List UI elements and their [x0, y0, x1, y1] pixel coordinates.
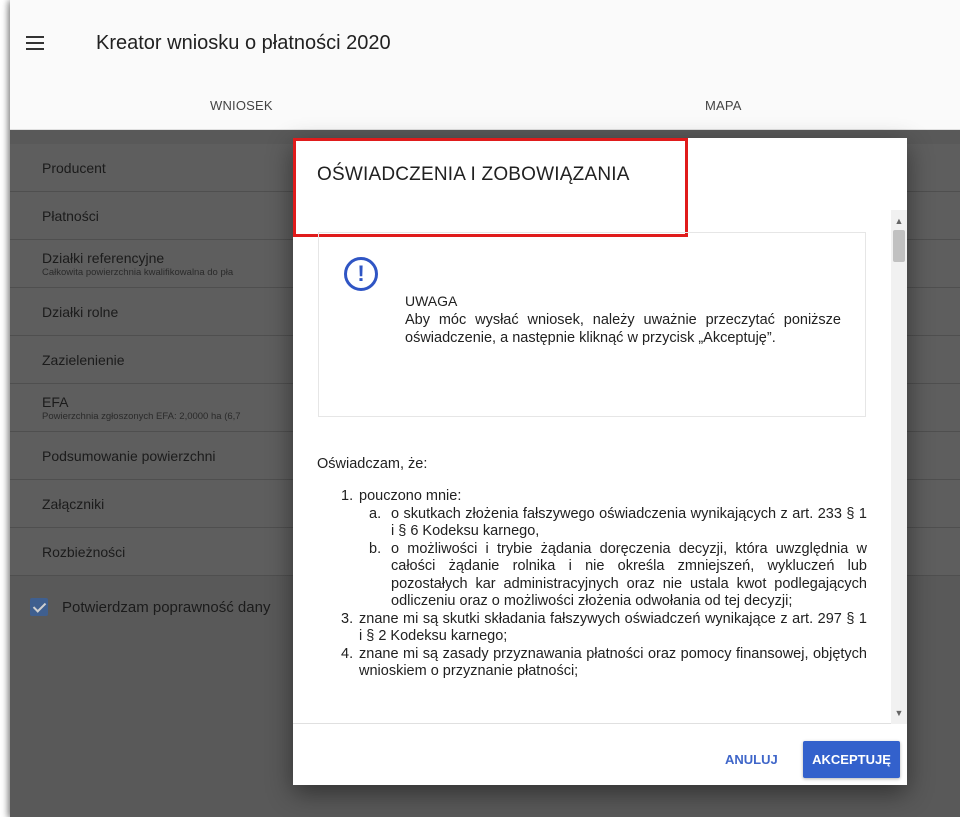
app-bar: Kreator wniosku o płatności 2020 [10, 0, 960, 90]
app-title: Kreator wniosku o płatności 2020 [96, 32, 391, 54]
term-number: 3. [341, 610, 354, 627]
term-subitem: a. o skutkach złożenia fałszywego oświad… [293, 506, 907, 541]
tab-bar: WNIOSEK MAPA [10, 90, 960, 130]
term-item: 1. pouczono mnie: [293, 488, 907, 506]
scroll-up-arrow-icon[interactable]: ▲ [894, 216, 904, 226]
notice-text: Aby móc wysłać wniosek, należy uważnie p… [405, 312, 841, 346]
tab-mapa[interactable]: MAPA [705, 98, 742, 113]
term-item: 4. znane mi są zasady przyznawania płatn… [293, 646, 907, 681]
term-number: 4. [341, 645, 354, 662]
term-subitem: b. o możliwości i trybie żądania doręcze… [293, 541, 907, 611]
dialog-scrollbar[interactable]: ▲ ▼ [891, 210, 907, 724]
subitem-letter: a. [369, 505, 382, 522]
term-text: pouczono mnie: [359, 488, 462, 504]
confirm-label: Potwierdzam poprawność dany [62, 598, 271, 616]
term-number: 1. [341, 488, 354, 504]
subitem-text: o skutkach złożenia fałszywego oświadcze… [391, 505, 867, 540]
declarations-dialog: OŚWIADCZENIA I ZOBOWIĄZANIA ! UWAGA Aby … [293, 138, 907, 785]
tab-wniosek[interactable]: WNIOSEK [210, 98, 273, 113]
term-text: znane mi są zasady przyznawania płatnośc… [359, 645, 867, 680]
subitem-letter: b. [369, 540, 382, 557]
terms-list: 1. pouczono mnie: a. o skutkach złożenia… [293, 488, 907, 681]
dialog-title: OŚWIADCZENIA I ZOBOWIĄZANIA [317, 164, 630, 185]
notice-title: UWAGA [405, 293, 458, 309]
notice-box: ! UWAGA Aby móc wysłać wniosek, należy u… [318, 232, 866, 417]
hamburger-menu-icon[interactable] [26, 36, 44, 50]
scroll-down-arrow-icon[interactable]: ▼ [894, 708, 904, 718]
subitem-text: o możliwości i trybie żądania doręczenia… [391, 540, 867, 610]
term-item: 3. znane mi są skutki składania fałszywy… [293, 611, 907, 646]
cancel-button[interactable]: ANULUJ [719, 742, 784, 778]
confirm-row: Potwierdzam poprawność dany [30, 598, 270, 616]
exclamation-circle-icon: ! [344, 257, 378, 291]
scrollbar-thumb[interactable] [893, 230, 905, 262]
confirm-checkbox[interactable] [30, 598, 48, 616]
declaration-intro: Oświadczam, że: [317, 456, 428, 472]
accept-button[interactable]: AKCEPTUJĘ [803, 741, 900, 778]
term-text: znane mi są skutki składania fałszywych … [359, 610, 867, 645]
dialog-scroll-area[interactable]: ! UWAGA Aby móc wysłać wniosek, należy u… [293, 210, 907, 724]
